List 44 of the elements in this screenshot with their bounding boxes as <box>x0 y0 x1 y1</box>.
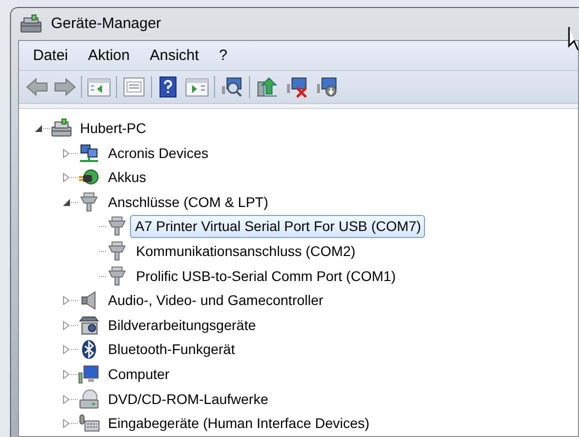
camera-icon <box>78 314 100 336</box>
menu-item[interactable]: Datei <box>25 44 76 68</box>
forward-icon[interactable] <box>53 76 77 98</box>
tree-item[interactable]: Audio-, Video- und Gamecontroller <box>102 289 328 312</box>
update-driver-icon[interactable] <box>254 76 280 98</box>
back-icon[interactable] <box>25 76 49 98</box>
disc-drive-icon <box>78 388 100 410</box>
tree-item[interactable]: Bluetooth-Funkgerät <box>102 338 240 362</box>
port-icon <box>106 266 128 287</box>
menu-item[interactable]: Aktion <box>80 44 138 68</box>
expand-arrow-icon[interactable] <box>62 320 70 330</box>
tree-item[interactable]: Bildverarbeitungsgeräte <box>102 314 261 337</box>
port-icon <box>78 192 100 213</box>
menu-item[interactable]: ? <box>210 44 236 68</box>
tree-item[interactable]: Acronis Devices <box>102 142 214 165</box>
port-icon <box>106 241 128 262</box>
tree-item[interactable]: Eingabegeräte (Human Interface Devices) <box>102 412 374 436</box>
expand-arrow-icon[interactable] <box>62 370 70 380</box>
collapse-arrow-icon[interactable] <box>34 125 42 132</box>
disable-icon[interactable] <box>284 76 310 98</box>
tree-item[interactable]: Prolific USB-to-Serial Comm Port (COM1) <box>130 264 401 288</box>
expand-arrow-icon[interactable] <box>62 148 70 158</box>
port-icon <box>106 216 128 238</box>
expand-arrow-icon[interactable] <box>62 345 70 354</box>
expand-arrow-icon[interactable] <box>62 394 70 404</box>
expand-arrow-icon[interactable] <box>62 419 70 428</box>
toolbox-icon <box>19 14 43 34</box>
tree-item[interactable]: Hubert-PC <box>74 117 152 140</box>
expand-arrow-icon[interactable] <box>62 296 70 306</box>
tree-item[interactable]: Anschlüsse (COM & LPT) <box>102 190 274 214</box>
menu-item[interactable]: Ansicht <box>142 44 207 68</box>
expand-arrow-icon[interactable] <box>62 173 70 182</box>
keyboard-icon <box>78 413 100 434</box>
tree-item[interactable]: A7 Printer Virtual Serial Port For USB (COM7) <box>130 215 426 238</box>
console-tree-icon[interactable] <box>86 76 112 98</box>
collapse-arrow-icon[interactable] <box>62 198 70 206</box>
tree-item[interactable]: DVD/CD-ROM-Laufwerke <box>102 388 274 411</box>
window-title: Geräte-Manager <box>51 14 162 34</box>
tree-item[interactable]: Kommunikationsanschluss (COM2) <box>130 240 360 264</box>
computer-icon <box>50 118 72 140</box>
tree-item[interactable]: Computer <box>102 363 174 386</box>
network-icon <box>78 142 100 164</box>
properties-icon[interactable] <box>121 76 147 98</box>
tree-item[interactable]: Akkus <box>102 166 152 190</box>
